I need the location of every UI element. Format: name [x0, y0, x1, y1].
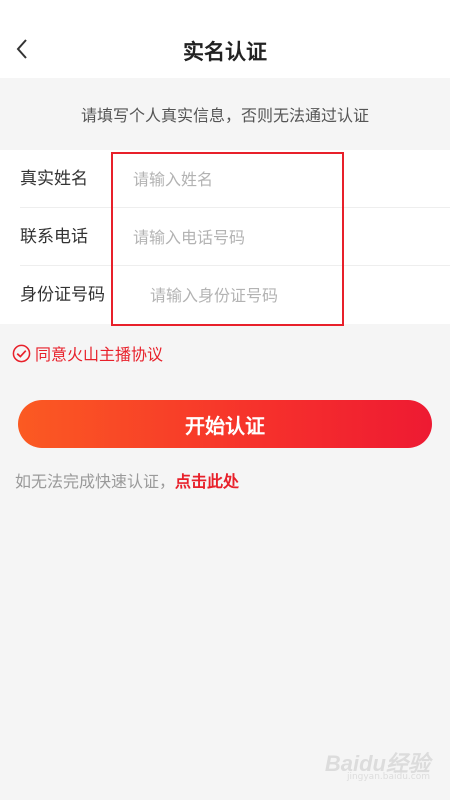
agreement-checkbox[interactable]: 同意火山主播协议: [12, 342, 163, 364]
agreement-text: 同意火山主播协议: [35, 345, 164, 364]
click-here-link[interactable]: 点击此处: [175, 472, 239, 491]
watermark-sub: jingyan.baidu.com: [346, 772, 430, 782]
id-number-label: 身份证号码: [20, 285, 105, 305]
verification-form: 真实姓名 联系电话 身份证号码: [0, 150, 450, 324]
form-row-phone: 联系电话: [0, 208, 450, 266]
start-verification-button[interactable]: 开始认证: [18, 400, 432, 448]
form-row-name: 真实姓名: [0, 150, 450, 208]
name-label: 真实姓名: [20, 169, 88, 189]
fallback-hint: 如无法完成快速认证，点击此处: [15, 468, 239, 492]
check-circle-icon: [12, 344, 31, 362]
page-title: 实名认证: [183, 40, 267, 64]
baidu-watermark: Baidu经验 jingyan.baidu.com: [325, 746, 430, 782]
nav-header: 实名认证: [0, 0, 450, 78]
info-notice: 请填写个人真实信息，否则无法通过认证: [80, 106, 369, 125]
fallback-text: 如无法完成快速认证，: [15, 472, 176, 491]
real-name-verification-page: 实名认证 请填写个人真实信息，否则无法通过认证 真实姓名 联系电话 身份证号码 …: [0, 0, 450, 800]
form-row-id-number: 身份证号码: [0, 266, 450, 324]
phone-input[interactable]: [133, 220, 343, 254]
name-input[interactable]: [133, 162, 343, 196]
phone-label: 联系电话: [20, 227, 88, 247]
id-number-input[interactable]: [150, 278, 360, 312]
